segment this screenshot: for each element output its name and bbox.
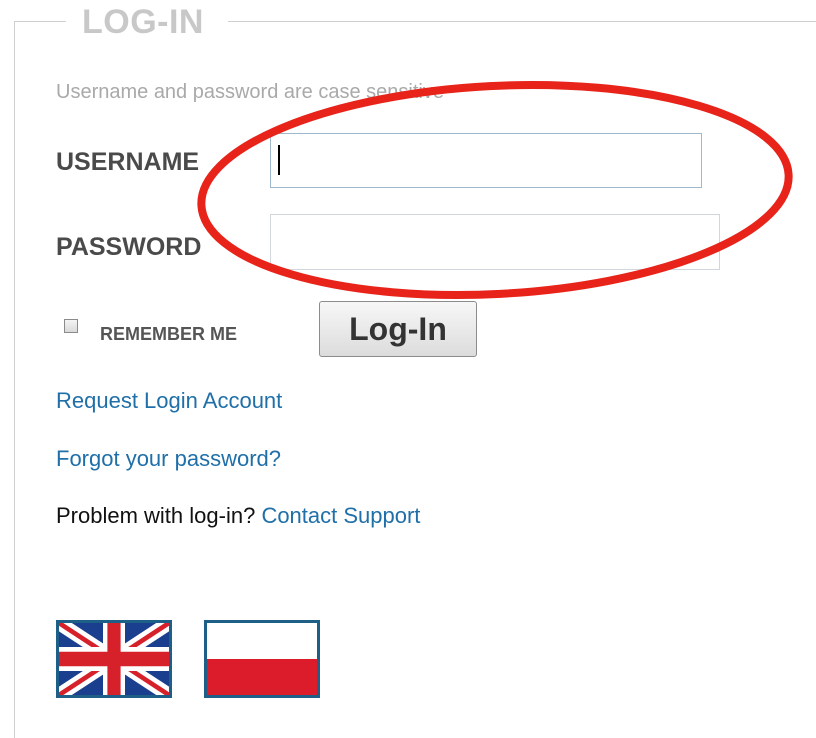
english-language-button[interactable] [56, 620, 172, 698]
fieldset-border-top-left [14, 21, 66, 22]
login-legend: LOG-IN [82, 3, 204, 41]
fieldset-border-top-right [228, 21, 816, 22]
polish-language-button[interactable] [204, 620, 320, 698]
username-label: USERNAME [56, 148, 200, 176]
fieldset-border-left [14, 21, 15, 738]
contact-support-link[interactable]: Contact Support [261, 503, 420, 528]
request-login-account-link[interactable]: Request Login Account [56, 388, 282, 414]
text-cursor [278, 145, 280, 175]
polish-flag-icon [207, 623, 317, 695]
remember-me-checkbox[interactable] [64, 319, 78, 333]
case-sensitive-hint: Username and password are case sensitive [56, 81, 444, 103]
red-annotation-ellipse [197, 81, 793, 299]
login-problem-line: Problem with log-in? Contact Support [56, 503, 420, 529]
password-input[interactable] [270, 214, 720, 270]
english-flag-icon [59, 623, 169, 695]
login-page: LOG-IN Username and password are case se… [0, 0, 816, 738]
forgot-password-link[interactable]: Forgot your password? [56, 446, 281, 472]
password-label: PASSWORD [56, 233, 202, 261]
username-input[interactable] [270, 133, 702, 188]
problem-text: Problem with log-in? [56, 503, 256, 528]
login-button[interactable]: Log-In [319, 301, 477, 357]
remember-me-label[interactable]: REMEMBER ME [100, 323, 237, 345]
